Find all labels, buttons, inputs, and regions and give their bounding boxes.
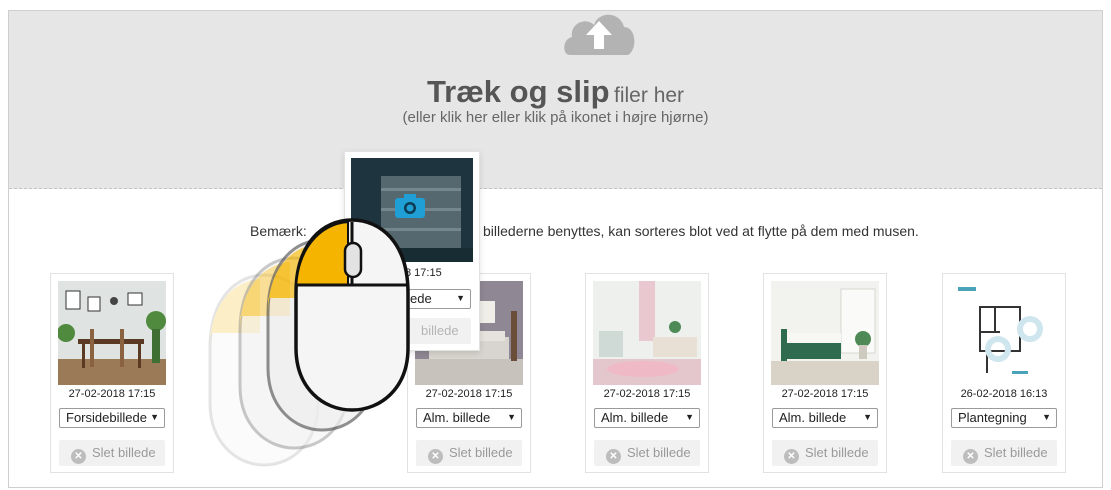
chevron-down-icon: ▼ <box>1042 412 1051 422</box>
cloud-upload-icon[interactable] <box>562 10 636 55</box>
image-card[interactable]: 26-02-2018 16:13 Plantegning ▼ ✕ Slet bil… <box>942 273 1066 473</box>
delete-image-button[interactable]: ✕ Slet billede <box>594 440 700 466</box>
chevron-down-icon: ▼ <box>456 293 465 303</box>
chevron-down-icon: ▼ <box>863 412 872 422</box>
dropzone-subtitle: (eller klik her eller klik på ikonet i h… <box>402 109 709 126</box>
image-type-value: Plantegning <box>958 410 1027 425</box>
note-text-end: billederne benyttes, kan sorteres blot v… <box>483 223 919 239</box>
image-type-value: Alm. billede <box>601 410 669 425</box>
note-text-start: Bemærk: <box>250 223 307 239</box>
image-card[interactable]: 27-02-2018 17:15 Alm. billede ▼ ✕ Slet bi… <box>763 273 887 473</box>
image-type-select[interactable]: Forsidebillede ▼ <box>59 408 165 428</box>
pink-living-room-photo <box>593 281 701 385</box>
image-type-value: Alm. billede <box>779 410 847 425</box>
delete-image-button[interactable]: ✕ Slet billede <box>59 440 165 466</box>
dining-room-photo <box>58 281 166 385</box>
chevron-down-icon: ▼ <box>507 412 516 422</box>
image-date: 27-02-2018 17:15 <box>781 388 869 400</box>
delete-image-label: billede <box>421 323 459 338</box>
delete-image-button[interactable]: ✕ Slet billede <box>951 440 1057 466</box>
image-type-value: Alm. billede <box>423 410 491 425</box>
image-date: 27-02-2018 17:15 <box>603 388 691 400</box>
delete-image-label: Slet billede <box>984 445 1048 460</box>
close-circle-icon: ✕ <box>963 449 978 464</box>
close-circle-icon: ✕ <box>71 449 86 464</box>
image-date: 26-02-2018 16:13 <box>960 388 1048 400</box>
delete-image-label: Slet billede <box>805 445 869 460</box>
image-type-select[interactable]: Alm. billede ▼ <box>594 408 700 428</box>
image-date: 27-02-2018 17:15 <box>425 388 513 400</box>
delete-image-label: Slet billede <box>627 445 691 460</box>
image-type-select[interactable]: ede ▼ <box>395 289 471 309</box>
chevron-down-icon: ▼ <box>685 412 694 422</box>
image-type-value: ede <box>410 291 432 306</box>
image-type-value: Forsidebillede <box>66 410 147 425</box>
close-circle-icon: ✕ <box>428 449 443 464</box>
image-type-select[interactable]: Alm. billede ▼ <box>416 408 522 428</box>
delete-image-label: Slet billede <box>449 445 513 460</box>
delete-image-label: Slet billede <box>92 445 156 460</box>
delete-image-button[interactable]: ✕ Slet billede <box>772 440 878 466</box>
delete-image-button[interactable]: billede <box>395 318 471 344</box>
image-card[interactable]: 27-02-2018 17:15 Alm. billede ▼ ✕ Slet bi… <box>585 273 709 473</box>
image-type-select[interactable]: Plantegning ▼ <box>951 408 1057 428</box>
dropzone-title-light: filer her <box>614 84 685 107</box>
floor-plan-image <box>950 281 1058 385</box>
upload-panel: Træk og slip filer her (eller klik her e… <box>8 10 1103 488</box>
image-card[interactable]: 27-02-2018 17:15 Forsidebillede ▼ ✕ Slet … <box>50 273 174 473</box>
camera-icon <box>395 194 425 218</box>
dropzone-title: Træk og slip filer her <box>9 74 1102 110</box>
drop-zone[interactable]: Træk og slip filer her (eller klik her e… <box>9 11 1102 189</box>
dropzone-title-strong: Træk og slip <box>426 74 610 109</box>
close-circle-icon: ✕ <box>784 449 799 464</box>
image-date: 27-02-2018 17:15 <box>68 388 156 400</box>
delete-image-button[interactable]: ✕ Slet billede <box>416 440 522 466</box>
dragged-image-card[interactable]: 8 17:15 ede ▼ billede <box>344 151 480 351</box>
close-circle-icon: ✕ <box>606 449 621 464</box>
image-type-select[interactable]: Alm. billede ▼ <box>772 408 878 428</box>
bedroom-photo <box>771 281 879 385</box>
image-date: 8 17:15 <box>405 267 442 279</box>
chevron-down-icon: ▼ <box>150 412 159 422</box>
